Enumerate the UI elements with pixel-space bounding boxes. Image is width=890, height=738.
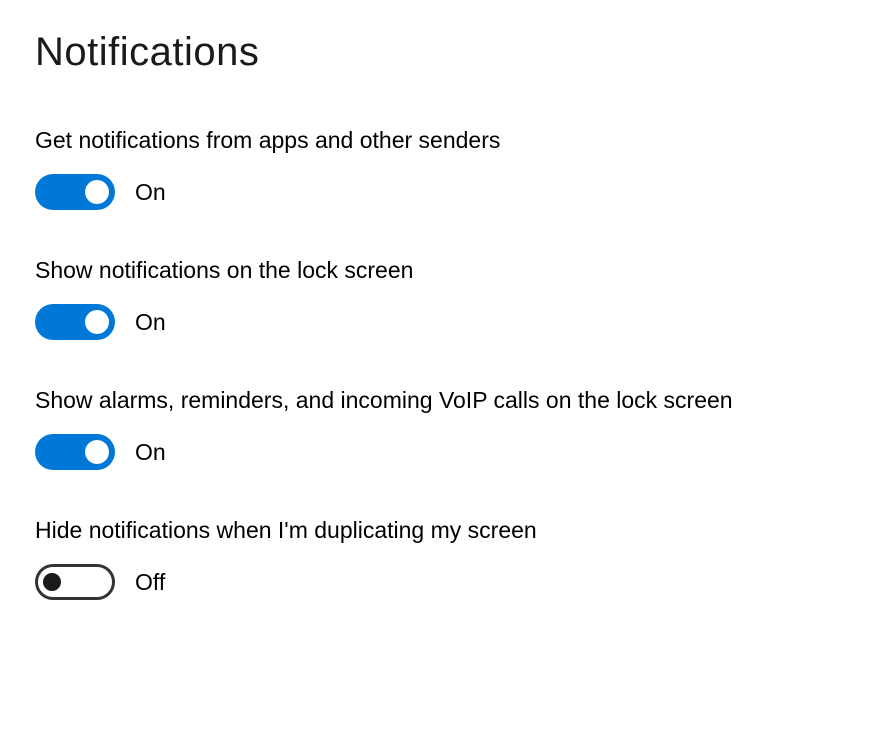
toggle-state-text: On — [135, 309, 166, 336]
toggle-state-text: Off — [135, 569, 165, 596]
toggle-row: On — [35, 434, 855, 470]
toggle-knob-icon — [43, 573, 61, 591]
setting-label: Show notifications on the lock screen — [35, 255, 855, 286]
toggle-row: Off — [35, 564, 855, 600]
toggle-knob-icon — [85, 310, 109, 334]
setting-group-alarms-voip: Show alarms, reminders, and incoming VoI… — [35, 385, 855, 470]
toggle-knob-icon — [85, 440, 109, 464]
setting-group-lock-screen: Show notifications on the lock screen On — [35, 255, 855, 340]
setting-group-apps-senders: Get notifications from apps and other se… — [35, 125, 855, 210]
page-title: Notifications — [35, 30, 855, 75]
setting-label: Hide notifications when I'm duplicating … — [35, 515, 855, 546]
setting-label: Show alarms, reminders, and incoming VoI… — [35, 385, 855, 416]
setting-label: Get notifications from apps and other se… — [35, 125, 855, 156]
toggle-apps-senders[interactable] — [35, 174, 115, 210]
toggle-state-text: On — [135, 179, 166, 206]
toggle-state-text: On — [135, 439, 166, 466]
toggle-lock-screen[interactable] — [35, 304, 115, 340]
toggle-alarms-voip[interactable] — [35, 434, 115, 470]
toggle-hide-duplicating[interactable] — [35, 564, 115, 600]
toggle-knob-icon — [85, 180, 109, 204]
setting-group-hide-duplicating: Hide notifications when I'm duplicating … — [35, 515, 855, 600]
toggle-row: On — [35, 304, 855, 340]
toggle-row: On — [35, 174, 855, 210]
